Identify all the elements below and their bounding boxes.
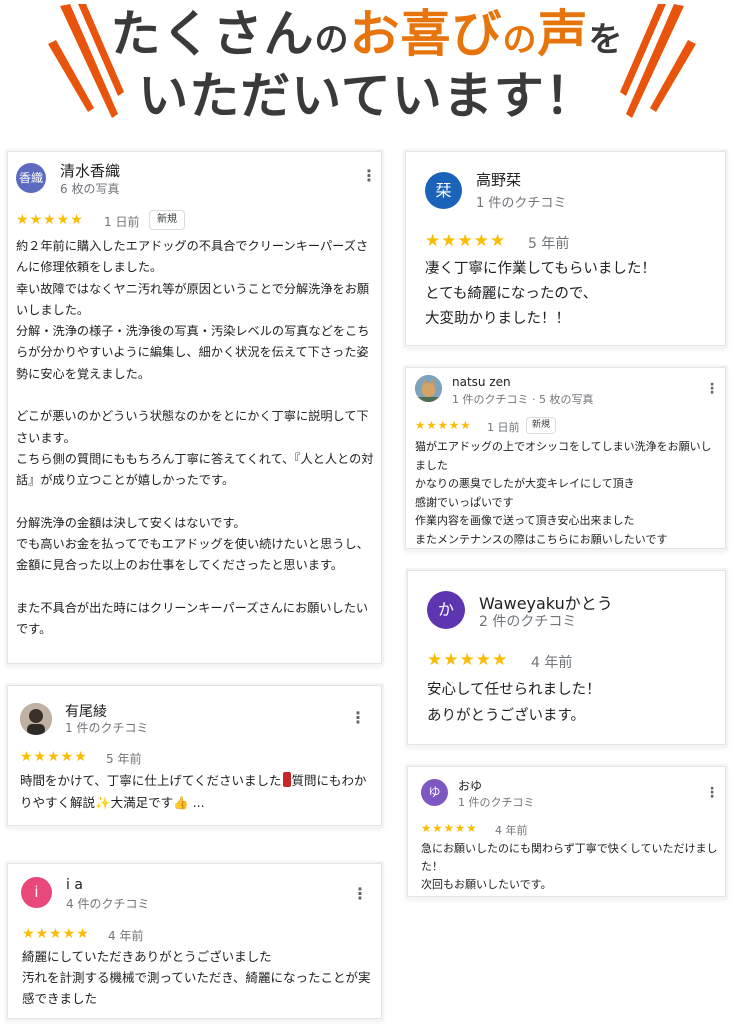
review-time: 4 年前 bbox=[108, 929, 144, 943]
reviewer-meta: 1 件のクチコミ bbox=[65, 721, 149, 735]
reviewer-meta: 6 枚の写真 bbox=[60, 182, 120, 196]
reviewer-meta: 2 件のクチコミ bbox=[479, 614, 577, 630]
new-badge: 新規 bbox=[526, 417, 556, 434]
sparkle-emoji-icon: ✨ bbox=[95, 795, 111, 810]
reviewer-meta: 4 件のクチコミ bbox=[66, 897, 150, 911]
review-time: 4 年前 bbox=[495, 824, 528, 837]
review-card-natsu-zen: natsu zen 1 件のクチコミ · 5 枚の写真 ⋮ ★★★★★ 1 日前… bbox=[405, 367, 726, 549]
more-options-icon[interactable]: ⋮ bbox=[350, 708, 366, 727]
avatar bbox=[20, 703, 52, 735]
avatar: 香織 bbox=[16, 163, 46, 193]
reviewer-meta: 1 件のクチコミ bbox=[476, 196, 567, 211]
star-rating: ★★★★★ bbox=[16, 212, 84, 228]
reviewer-name[interactable]: おゆ bbox=[458, 777, 482, 794]
reviewer-name[interactable]: 高野栞 bbox=[476, 169, 521, 190]
page-header: たくさんのお喜びの声を いただいています！ bbox=[0, 0, 734, 140]
reviewer-name[interactable]: 有尾綾 bbox=[65, 701, 107, 721]
more-options-icon[interactable]: ⋮ bbox=[705, 785, 719, 801]
avatar: 栞 bbox=[425, 172, 462, 209]
star-rating: ★★★★★ bbox=[427, 650, 509, 670]
headline-line-2: いただいています！ bbox=[138, 67, 596, 125]
avatar: i bbox=[21, 877, 52, 908]
review-text: 安心して任せられました！ ありがとうございます。 bbox=[427, 682, 601, 724]
review-text: 凄く丁寧に作業してもらいました！ とても綺麗になったので、 大変助かりました！！ bbox=[425, 261, 656, 327]
review-time: 5 年前 bbox=[106, 752, 142, 766]
avatar bbox=[415, 375, 442, 402]
review-card-ario: 有尾綾 1 件のクチコミ ⋮ ★★★★★ 5 年前 時間をかけて、丁寧に仕上げて… bbox=[7, 685, 382, 826]
review-time: 1 日前 bbox=[487, 421, 520, 434]
person-photo-icon bbox=[20, 703, 52, 735]
review-card-takano: 栞 高野栞 1 件のクチコミ ★★★★★ 5 年前 凄く丁寧に作業してもらいまし… bbox=[405, 151, 726, 346]
star-rating: ★★★★★ bbox=[421, 821, 478, 835]
reviewer-meta: 1 件のクチコミ bbox=[458, 796, 535, 809]
avatar: ゆ bbox=[421, 779, 448, 806]
reviewer-name[interactable]: natsu zen bbox=[452, 375, 511, 389]
reviewer-name[interactable]: i a bbox=[66, 877, 83, 893]
more-options-icon[interactable]: ⋮ bbox=[705, 381, 719, 397]
review-time: 5 年前 bbox=[528, 236, 570, 252]
star-rating: ★★★★★ bbox=[22, 926, 90, 942]
alert-emoji-icon bbox=[282, 772, 291, 787]
review-time: 4 年前 bbox=[531, 655, 573, 671]
review-text: 猫がエアドッグの上でオシッコをしてしまい洗浄をお願いしました かなりの悪臭でした… bbox=[415, 440, 712, 546]
thumbs-up-emoji-icon: 👍 bbox=[173, 795, 189, 810]
more-options-icon[interactable]: ⋮ bbox=[361, 166, 377, 185]
star-rating: ★★★★★ bbox=[20, 749, 88, 765]
reviewer-name[interactable]: 清水香織 bbox=[60, 160, 120, 181]
headline-line-1: たくさんのお喜びの声を bbox=[110, 5, 624, 63]
review-card-shimizu: 香織 清水香織 6 枚の写真 ⋮ ★★★★★ 1 日前 新規 約２年前に購入した… bbox=[7, 151, 382, 664]
more-options-icon[interactable]: ⋮ bbox=[352, 884, 368, 903]
review-text: 時間をかけて、丁寧に仕上げてくださいました 質問にもわかりやすく解説✨大満足です👍… bbox=[20, 772, 367, 810]
review-time: 1 日前 bbox=[104, 215, 140, 229]
new-badge: 新規 bbox=[149, 210, 185, 230]
review-card-ia: i i a 4 件のクチコミ ⋮ ★★★★★ 4 年前 綺麗にしていただきありが… bbox=[7, 863, 382, 1019]
cat-photo-icon bbox=[415, 375, 442, 402]
review-text: 約２年前に購入したエアドッグの不具合でクリーンキーパーズさんに修理依頼をしました… bbox=[16, 239, 374, 637]
review-card-oyu: ゆ おゆ 1 件のクチコミ ⋮ ★★★★★ 4 年前 急にお願いしたのにも関わら… bbox=[407, 766, 726, 897]
review-text: 綺麗にしていただきありがとうございました 汚れを計測する機械で測っていただき、綺… bbox=[22, 949, 371, 1006]
reviewer-meta: 1 件のクチコミ · 5 枚の写真 bbox=[452, 393, 594, 406]
review-card-waweyaku: か Waweyakuかとう 2 件のクチコミ ★★★★★ 4 年前 安心して任せ… bbox=[407, 570, 726, 745]
review-text: 急にお願いしたのにも関わらず丁寧で快くしていただけました！ 次回もお願いしたいで… bbox=[421, 842, 718, 891]
avatar: か bbox=[427, 591, 465, 629]
star-rating: ★★★★★ bbox=[425, 231, 507, 251]
star-rating: ★★★★★ bbox=[415, 418, 472, 432]
